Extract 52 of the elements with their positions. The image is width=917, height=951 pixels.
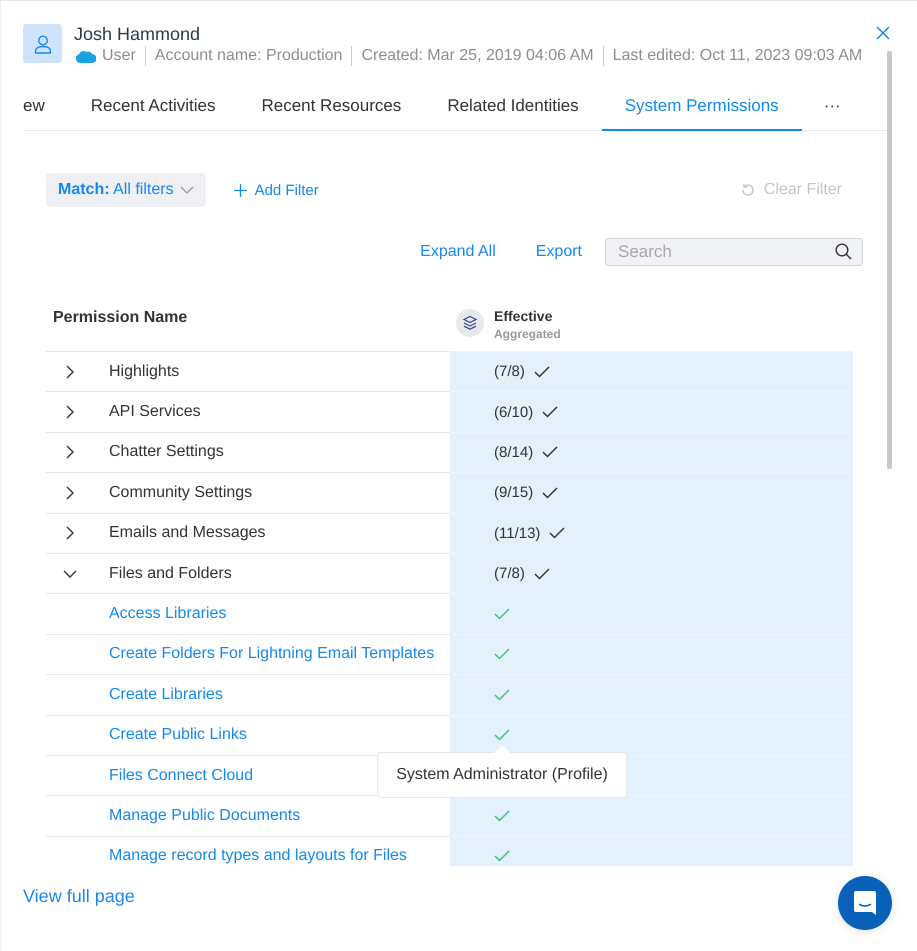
- meta-text: Created: Mar 25, 2019 04:06 AM: [361, 47, 594, 65]
- permission-link[interactable]: Files Connect Cloud: [109, 766, 254, 785]
- group-name: Chatter Settings: [109, 443, 224, 462]
- group-name: Files and Folders: [109, 564, 232, 583]
- meta-text: User: [102, 47, 136, 65]
- tooltip-arrow: [494, 745, 510, 754]
- layers-icon: [456, 309, 484, 337]
- group-name: API Services: [109, 403, 201, 422]
- tab[interactable]: Related Identities: [424, 82, 602, 131]
- group-name: Community Settings: [109, 484, 252, 502]
- scrollbar[interactable]: [887, 51, 892, 469]
- tab[interactable]: Recent Resources: [238, 82, 424, 131]
- match-dropdown[interactable]: Match: All filters: [46, 173, 206, 207]
- permission-link[interactable]: Manage Public Documents: [109, 806, 300, 825]
- more-button[interactable]: ···: [818, 82, 847, 130]
- column-header: Effective: [494, 308, 554, 324]
- column-subtitle: Aggregated: [494, 327, 561, 341]
- count-text: (11/13): [494, 524, 540, 542]
- tooltip: System Administrator (Profile): [377, 752, 627, 798]
- user-name: Josh Hammond: [74, 24, 202, 44]
- search-icon: [835, 243, 852, 260]
- tab[interactable]: ew: [23, 82, 68, 131]
- tab[interactable]: Recent Activities: [68, 82, 238, 131]
- action-link[interactable]: Expand All: [420, 243, 496, 261]
- chevron-down-icon: [180, 186, 194, 194]
- search-field[interactable]: Search: [605, 238, 863, 266]
- view-full-page-link[interactable]: View full page: [23, 886, 135, 907]
- chat-button[interactable]: [838, 876, 892, 930]
- count-text: (8/14): [494, 444, 534, 461]
- permission-link[interactable]: Create Libraries: [109, 686, 223, 704]
- chat-icon: [853, 890, 877, 916]
- count-text: (7/8): [494, 363, 525, 380]
- group-name: Emails and Messages: [109, 524, 266, 542]
- permission-link[interactable]: Create Folders For Lightning Email Templates: [109, 645, 434, 664]
- meta-text: Account name: Production: [154, 47, 342, 65]
- plus-icon: [234, 184, 247, 196]
- count-text: (7/8): [494, 565, 525, 582]
- permission-link[interactable]: Access Libraries: [109, 605, 226, 624]
- user-icon: [32, 34, 52, 54]
- action-link[interactable]: Export: [536, 243, 582, 261]
- column-header: Permission Name: [52, 308, 188, 328]
- cloud-icon: [74, 48, 96, 64]
- permission-link[interactable]: Manage record types and layouts for Files: [109, 847, 407, 866]
- tab[interactable]: System Permissions: [602, 82, 802, 131]
- group-name: Highlights: [109, 362, 180, 381]
- count-text: (9/15): [494, 484, 534, 502]
- count-text: (6/10): [494, 404, 534, 421]
- permission-link[interactable]: Create Public Links: [109, 726, 247, 744]
- close-button[interactable]: [875, 25, 891, 41]
- add-filter-button[interactable]: Add Filter: [228, 180, 325, 200]
- meta-text: Last edited: Oct 11, 2023 09:03 AM: [612, 47, 862, 65]
- undo-icon: [740, 182, 756, 198]
